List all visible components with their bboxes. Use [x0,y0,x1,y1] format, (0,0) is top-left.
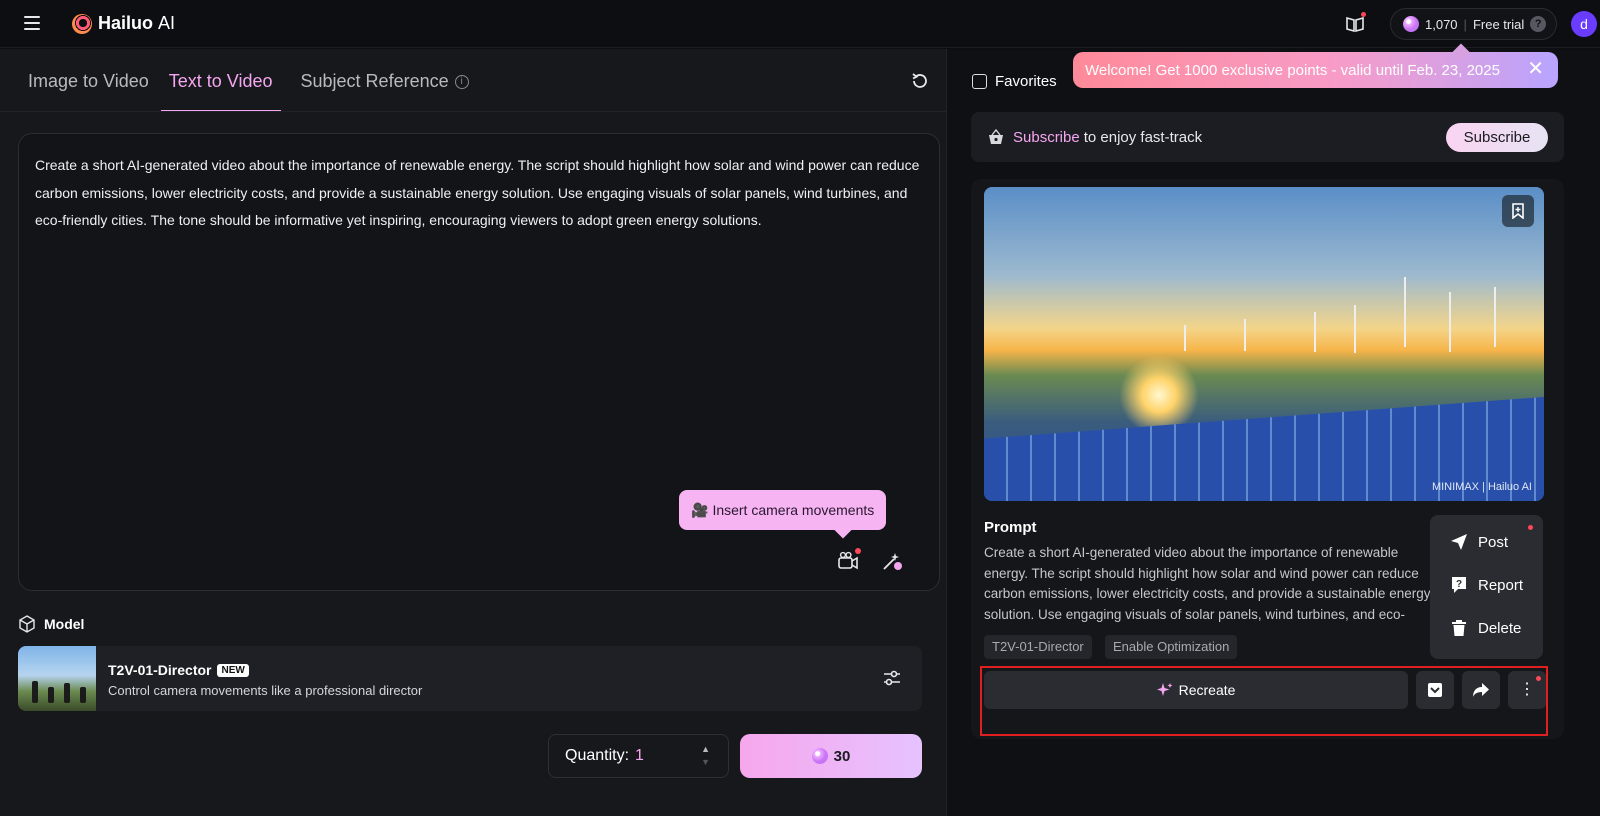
tab-subject-reference[interactable]: Subject Reference i [301,71,469,112]
send-icon [1451,534,1467,550]
toast-text: Welcome! Get 1000 exclusive points - val… [1085,61,1500,79]
model-thumbnail [18,646,96,711]
menu-item-label: Delete [1478,619,1522,637]
tab-image-to-video[interactable]: Image to Video [28,71,149,112]
gem-icon [1403,16,1419,32]
bookmark-icon [1512,203,1524,219]
left-panel: Image to Video Text to Video Subject Ref… [0,49,966,816]
prompt-heading: Prompt [984,519,1037,536]
quantity-label: Quantity: [565,747,630,764]
notification-dot [855,548,861,554]
trash-icon [1452,620,1466,636]
highlight-frame [980,666,1548,736]
favorites-checkbox[interactable] [972,74,987,89]
mode-tabs: Image to Video Text to Video Subject Ref… [28,71,469,112]
app-name: Hailuo [98,13,154,33]
menu-item-delete[interactable]: Delete [1450,619,1521,637]
svg-text:?: ? [1456,579,1462,590]
more-menu: Post ? Report Delete [1430,515,1543,659]
camera-emoji-icon: 🎥 [691,501,709,518]
model-selector[interactable]: T2V-01-Director NEW Control camera movem… [18,646,922,711]
plan-label: Free trial [1472,16,1525,32]
subscribe-link[interactable]: Subscribe [1013,129,1080,146]
model-section-label: Model [18,615,84,633]
tooltip-label: Insert camera movements [712,502,875,518]
camera-movement-button[interactable] [837,548,861,572]
subscribe-banner: Subscribe to enjoy fast-track Subscribe [971,112,1564,162]
video-preview[interactable]: MINIMAX | Hailuo AI [984,187,1544,501]
quantity-stepper[interactable]: Quantity: 1 ▲ ▼ [548,734,729,778]
watermark: MINIMAX | Hailuo AI [1431,481,1532,493]
optimization-tag: Enable Optimization [1105,635,1238,659]
prompt-textarea[interactable]: Create a short AI-generated video about … [18,133,940,591]
menu-item-label: Post [1478,533,1509,551]
notification-dot [1361,12,1366,17]
model-tag: T2V-01-Director [984,635,1092,659]
generate-cost: 30 [833,747,851,765]
arrow-down-icon[interactable]: ▼ [701,756,710,769]
gem-icon [811,748,828,764]
prompt-enhance-button[interactable] [881,550,903,572]
points-pill[interactable]: 1,070 | Free trial ? [1390,8,1558,40]
sun-glow [1119,355,1199,435]
reset-icon[interactable] [910,71,930,91]
menu-item-label: Report [1478,576,1524,594]
quantity-arrows[interactable]: ▲ ▼ [701,743,710,769]
sliders-icon[interactable] [882,668,902,688]
separator: | [1463,16,1467,32]
model-name: T2V-01-Director NEW [108,662,249,678]
bookmark-button[interactable] [1502,195,1534,227]
report-icon: ? [1452,577,1466,593]
user-avatar[interactable]: d [1571,11,1597,37]
generate-button[interactable]: 30 [740,734,922,778]
guide-book-button[interactable] [1342,12,1368,36]
notification-dot [1528,525,1533,530]
basket-icon [989,129,1003,144]
menu-icon[interactable] [24,16,40,30]
top-bar: Hailuo AI 1,070 | Free trial ? d [0,0,1600,48]
book-icon [1346,16,1364,32]
tab-text-to-video[interactable]: Text to Video [160,71,281,112]
logo-icon [72,13,92,34]
menu-item-post[interactable]: Post [1450,533,1508,551]
cube-icon [19,615,35,633]
subscribe-text: to enjoy fast-track [1083,128,1203,146]
prompt-text[interactable]: Create a short AI-generated video about … [35,152,921,235]
close-icon[interactable]: ✕ [1527,59,1544,79]
app-logo[interactable]: Hailuo AI [72,13,175,34]
subscribe-button[interactable]: Subscribe [1446,123,1548,152]
help-icon[interactable]: ? [1530,16,1547,32]
model-description: Control camera movements like a professi… [108,683,423,698]
welcome-toast: Welcome! Get 1000 exclusive points - val… [1073,43,1558,88]
favorites-filter[interactable]: Favorites [972,73,1057,90]
quantity-value[interactable]: 1 [635,747,644,765]
app-name-suffix: AI [158,13,176,33]
model-label-text: Model [44,616,85,632]
camera-tooltip: 🎥 Insert camera movements [679,490,887,530]
tab-subject-reference-label: Subject Reference [300,71,449,91]
points-value: 1,070 [1425,16,1458,32]
arrow-up-icon[interactable]: ▲ [701,743,710,756]
favorites-label: Favorites [995,73,1057,90]
tabs-divider [0,111,966,112]
magic-wand-icon [883,553,902,570]
prompt-preview: Create a short AI-generated video about … [984,545,1431,622]
info-icon[interactable]: i [454,75,469,90]
menu-item-report[interactable]: ? Report [1450,576,1523,594]
new-badge: NEW [217,663,249,677]
model-name-text: T2V-01-Director [108,662,212,678]
